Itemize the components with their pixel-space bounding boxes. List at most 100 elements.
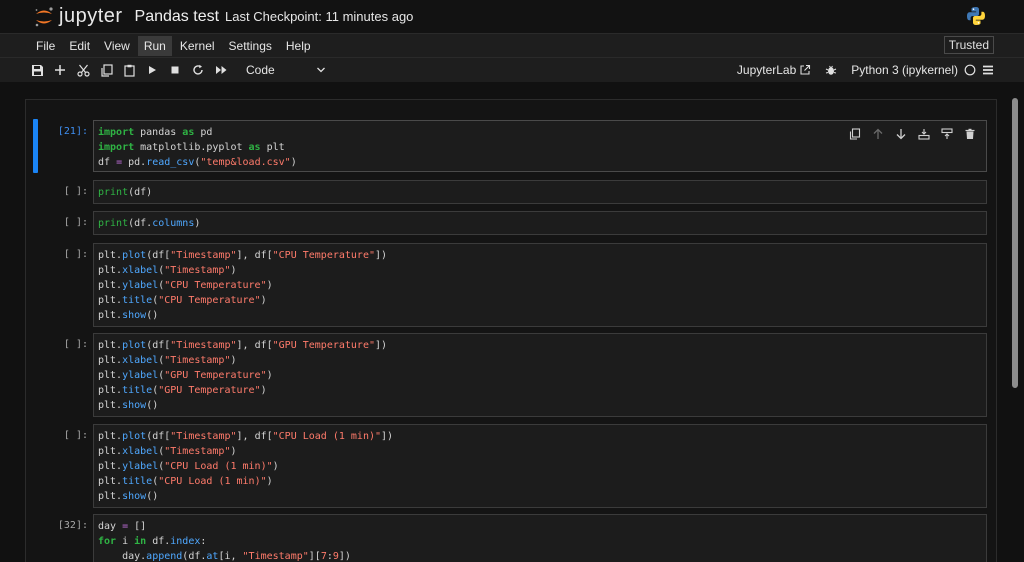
menu-edit[interactable]: Edit [63,36,96,56]
delete-cell-button[interactable] [962,126,978,142]
save-button[interactable] [26,59,48,81]
refresh-icon [193,64,203,75]
code-line: plt.xlabel("Timestamp") [98,355,237,366]
logo-text: jupyter [59,5,123,27]
jupyterlab-link[interactable]: JupyterLab [737,63,796,77]
code-line: plt.plot(df["Timestamp"], df["CPU Load (… [98,431,394,442]
restart-kernel-button[interactable] [187,59,209,81]
code-line: plt.ylabel("CPU Load (1 min)") [98,461,279,472]
cell-toolbar [847,126,978,142]
checkpoint-status: Last Checkpoint: 11 minutes ago [225,9,414,24]
code-line: print(df) [98,187,153,198]
run-cell-button[interactable] [141,59,163,81]
code-editor[interactable]: plt.plot(df["Timestamp"], df["CPU Temper… [93,243,987,327]
duplicate-icon [849,128,861,140]
code-line: plt.plot(df["Timestamp"], df["CPU Temper… [98,250,388,261]
menu-kernel[interactable]: Kernel [174,36,221,56]
paste-button[interactable] [118,59,140,81]
play-icon [149,66,156,74]
kernel-status-idle-icon [964,64,976,76]
code-line: plt.plot(df["Timestamp"], df["GPU Temper… [98,340,388,351]
menu-run[interactable]: Run [137,35,172,56]
menu-view[interactable]: View [98,36,136,56]
save-icon [31,64,43,76]
fast-forward-icon [215,66,226,74]
code-line: plt.xlabel("Timestamp") [98,446,237,457]
menu-bar: File Edit View Run Kernel Settings Help … [0,33,1024,58]
trusted-indicator[interactable]: Trusted [943,36,994,54]
menu-settings[interactable]: Settings [223,36,278,56]
arrow-up-icon [873,128,883,139]
duplicate-cell-button[interactable] [847,126,863,142]
insert-above-icon [918,129,930,140]
arrow-down-icon [896,129,906,140]
top-header: jupyter Pandas test Last Checkpoint: 11 … [0,0,1024,33]
cut-button[interactable] [72,59,94,81]
interrupt-kernel-button[interactable] [164,59,186,81]
code-line: plt.title("CPU Load (1 min)") [98,476,273,487]
cell-prompt: [ ]: [63,339,88,350]
clipboard-icon [123,64,135,77]
code-editor[interactable]: plt.plot(df["Timestamp"], df["GPU Temper… [93,333,987,417]
code-line: plt.show() [98,400,159,411]
menu-file[interactable]: File [30,36,61,56]
insert-cell-button[interactable] [49,59,71,81]
code-editor[interactable]: day = [] for i in df.index: day.append(d… [93,514,987,562]
code-editor[interactable]: print(df) [93,180,987,204]
code-line: plt.xlabel("Timestamp") [98,265,237,276]
cell-type-value: Code [246,63,275,77]
cell-prompt: [ ]: [63,249,88,260]
code-line: plt.ylabel("CPU Temperature") [98,280,273,291]
move-cell-up-button[interactable] [870,126,886,142]
jupyter-logo[interactable]: jupyter [33,5,123,28]
stop-icon [171,66,179,74]
menu-help[interactable]: Help [280,36,317,56]
code-cell[interactable]: [ ]: plt.plot(df["Timestamp"], df["CPU T… [26,243,996,327]
code-editor[interactable]: plt.plot(df["Timestamp"], df["CPU Load (… [93,424,987,508]
cell-prompt: [ ]: [63,430,88,441]
code-cell-active[interactable]: [21]: import pandas as pd import matplot… [26,119,996,173]
plus-icon [55,65,65,75]
scissors-icon [76,64,90,77]
move-cell-down-button[interactable] [893,126,909,142]
insert-cell-below-button[interactable] [939,126,955,142]
copy-button[interactable] [95,59,117,81]
vertical-scrollbar[interactable] [1012,98,1018,388]
jupyter-logo-icon [35,6,53,26]
active-cell-indicator [33,119,38,173]
hamburger-menu-icon[interactable] [982,64,994,76]
code-cell[interactable]: [32]: day = [] for i in df.index: day.ap… [26,514,996,562]
code-cell[interactable]: [ ]: plt.plot(df["Timestamp"], df["GPU T… [26,333,996,417]
kernel-name[interactable]: Python 3 (ipykernel) [851,63,958,77]
cell-prompt: [32]: [57,520,88,531]
cell-prompt: [ ]: [63,217,88,228]
code-line: print(df.columns) [98,218,201,229]
cell-prompt: [21]: [57,126,88,137]
code-editor[interactable]: print(df.columns) [93,211,987,235]
cell-prompt: [ ]: [63,186,88,197]
notebook-panel: [21]: import pandas as pd import matplot… [25,99,997,562]
code-editor[interactable]: import pandas as pd import matplotlib.py… [93,120,987,172]
restart-run-all-button[interactable] [210,59,232,81]
python-logo-icon [967,7,985,25]
code-line: plt.show() [98,491,159,502]
code-line: plt.show() [98,310,159,321]
code-line: df = pd.read_csv("temp&load.csv") [98,157,297,168]
cell-type-select[interactable]: Code [246,63,326,77]
code-line: import matplotlib.pyplot as plt [98,142,285,153]
code-cell[interactable]: [ ]: print(df) [26,180,996,204]
code-line: for i in df.index: [98,536,207,547]
insert-cell-above-button[interactable] [916,126,932,142]
code-cell[interactable]: [ ]: print(df.columns) [26,211,996,235]
external-link-icon [800,64,811,75]
debugger-bug-icon[interactable] [825,64,837,76]
chevron-down-icon [317,67,325,73]
code-line: plt.ylabel("GPU Temperature") [98,370,273,381]
code-line: day = [] [98,521,147,532]
trash-icon [965,128,975,139]
code-line: plt.title("GPU Temperature") [98,385,267,396]
code-cell[interactable]: [ ]: plt.plot(df["Timestamp"], df["CPU L… [26,424,996,508]
toolbar-right: JupyterLab Python 3 (ipykernel) [737,58,994,82]
notebook-title[interactable]: Pandas test [135,8,220,26]
notebook-toolbar: Code JupyterLab Python 3 (ipykernel) [0,58,1024,82]
